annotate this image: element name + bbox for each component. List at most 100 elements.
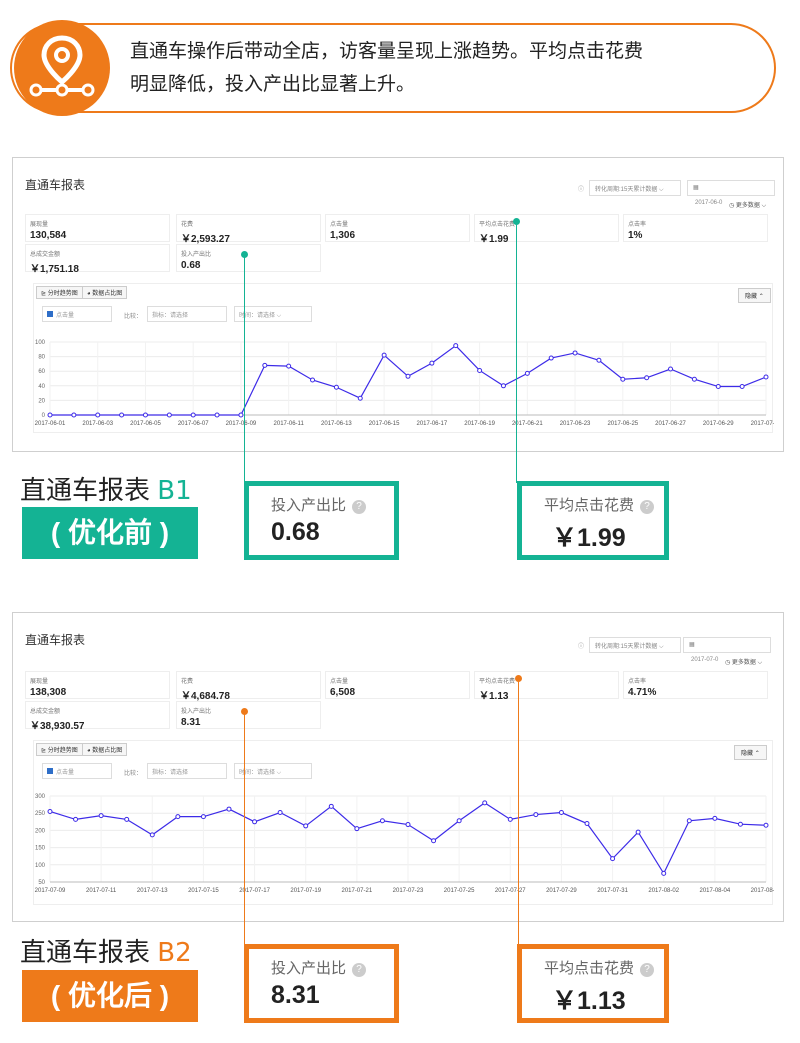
y-tick-label: 20 bbox=[38, 398, 45, 404]
panel-title: 直通车报表 bbox=[25, 178, 86, 192]
data-point bbox=[620, 376, 626, 382]
data-point bbox=[763, 822, 769, 828]
connector-line bbox=[518, 679, 519, 946]
data-point bbox=[431, 838, 437, 844]
cpc-callout-label: 平均点击花费? bbox=[544, 494, 655, 515]
conversion-select[interactable]: 转化周期:15天累计数据 ⌵ bbox=[589, 180, 681, 196]
cpc-callout-b1: 平均点击花费? ￥1.99 bbox=[517, 481, 669, 560]
x-tick-label: 2017-06-29 bbox=[703, 421, 734, 427]
roi-callout-label: 投入产出比? bbox=[271, 494, 367, 515]
help-icon: ? bbox=[640, 963, 655, 977]
conversion-select-label: 转化周期:15天累计数据 bbox=[595, 644, 658, 650]
metric-roi: 投入产出比 8.31 bbox=[176, 701, 321, 729]
data-point bbox=[333, 384, 339, 390]
roi-callout-label: 投入产出比? bbox=[271, 957, 367, 978]
metric-label: 总成交金额 bbox=[30, 252, 61, 258]
y-tick-label: 100 bbox=[35, 340, 46, 346]
y-tick-label: 200 bbox=[35, 828, 46, 834]
x-tick-label: 2017-07-23 bbox=[393, 888, 424, 894]
date-range-text: 2017-06-0 bbox=[695, 200, 723, 206]
data-point bbox=[739, 384, 745, 390]
conversion-select-label: 转化周期:15天累计数据 bbox=[595, 187, 658, 193]
data-point bbox=[558, 810, 564, 816]
cpc-callout-value: ￥1.99 bbox=[552, 524, 626, 552]
data-point bbox=[500, 383, 506, 389]
x-tick-label: 2017-08-06 bbox=[751, 888, 774, 894]
conversion-select[interactable]: 转化周期:15天累计数据 ⌵ bbox=[589, 637, 681, 653]
series-line bbox=[50, 344, 767, 416]
metric-label: 平均点击花费 bbox=[479, 679, 516, 685]
data-point bbox=[98, 813, 104, 819]
panel-title: 直通车报表 bbox=[25, 633, 86, 647]
data-point bbox=[661, 870, 667, 876]
x-tick-label: 2017-06-23 bbox=[560, 421, 591, 427]
y-tick-label: 0 bbox=[42, 413, 46, 419]
metric-label: 点击率 bbox=[628, 679, 647, 685]
data-point bbox=[379, 818, 385, 824]
x-tick-label: 2017-06-17 bbox=[417, 421, 448, 427]
y-tick-label: 300 bbox=[35, 794, 46, 800]
metric-avg-cpc: 平均点击花费 ￥1.99 bbox=[474, 214, 619, 245]
connector-dot bbox=[515, 675, 522, 682]
report-panel-b2: 直通车报表 ⓘ 转化周期:15天累计数据 ⌵ ▦ 2017-07-0 ◷ 更多数… bbox=[12, 612, 784, 922]
data-point bbox=[712, 815, 718, 821]
data-point bbox=[429, 360, 435, 366]
y-tick-label: 40 bbox=[38, 384, 45, 390]
data-point bbox=[357, 395, 363, 401]
data-point bbox=[644, 375, 650, 381]
metric-value: 8.31 bbox=[181, 717, 201, 728]
metric-spend: 花费 ￥4,684.78 bbox=[176, 671, 321, 702]
x-tick-label: 2017-07-01 bbox=[751, 421, 774, 427]
metric-value: 130,584 bbox=[30, 230, 67, 241]
more-data-link[interactable]: ◷ 更多数据 ⌵ bbox=[725, 657, 762, 667]
stage-tag-before: ( 优化前 ) bbox=[22, 507, 198, 559]
connector-dot bbox=[241, 708, 248, 715]
data-point bbox=[238, 412, 244, 418]
x-tick-label: 2017-08-02 bbox=[648, 888, 679, 894]
metric-label: 投入产出比 bbox=[181, 709, 212, 715]
metric-impressions: 展现量 138,308 bbox=[25, 671, 170, 699]
data-point bbox=[200, 814, 206, 820]
metric-avg-cpc: 平均点击花费 ￥1.13 bbox=[474, 671, 619, 702]
banner-line-1: 直通车操作后带动全店，访客量呈现上涨趋势。平均点击花费 bbox=[130, 41, 644, 62]
connector-line bbox=[244, 712, 245, 946]
date-picker[interactable]: ▦ bbox=[687, 180, 775, 196]
metric-ctr: 点击率 1% bbox=[623, 214, 768, 242]
data-point bbox=[635, 829, 641, 835]
heading-text: 直通车报表 bbox=[20, 475, 151, 505]
roi-callout-value: 8.31 bbox=[271, 981, 320, 1009]
x-tick-label: 2017-06-13 bbox=[321, 421, 352, 427]
data-point bbox=[405, 373, 411, 379]
data-point bbox=[381, 352, 387, 358]
roi-label-text: 投入产出比 bbox=[271, 960, 347, 977]
data-point bbox=[124, 816, 130, 822]
roi-callout-b2: 投入产出比? 8.31 bbox=[244, 944, 399, 1023]
roi-label-text: 投入产出比 bbox=[271, 497, 347, 514]
x-tick-label: 2017-07-15 bbox=[188, 888, 219, 894]
more-data-label: 更多数据 bbox=[731, 660, 756, 666]
metric-clicks: 点击量 1,306 bbox=[325, 214, 470, 242]
banner-icon-badge bbox=[14, 20, 110, 116]
help-icon: ? bbox=[352, 500, 367, 514]
x-tick-label: 2017-07-09 bbox=[35, 888, 66, 894]
data-point bbox=[453, 343, 459, 349]
date-picker[interactable]: ▦ bbox=[683, 637, 771, 653]
y-tick-label: 100 bbox=[35, 863, 46, 869]
x-tick-label: 2017-07-13 bbox=[137, 888, 168, 894]
line-chart: 0 20 40 60 80 100 2017-06-01 2017-06-03 2017-06-… bbox=[35, 340, 774, 427]
metric-value: ￥1.13 bbox=[479, 691, 509, 702]
report-b1-heading: 直通车报表 B1 bbox=[20, 470, 192, 507]
metric-impressions: 展现量 130,584 bbox=[25, 214, 170, 242]
data-point bbox=[119, 412, 125, 418]
roi-callout-b1: 投入产出比? 0.68 bbox=[244, 481, 399, 560]
data-point bbox=[548, 355, 554, 361]
data-point bbox=[252, 819, 258, 825]
metric-value: ￥1,751.18 bbox=[30, 264, 79, 275]
more-data-link[interactable]: ◷ 更多数据 ⌵ bbox=[729, 200, 766, 210]
roi-callout-value: 0.68 bbox=[271, 518, 320, 546]
x-tick-label: 2017-06-03 bbox=[82, 421, 113, 427]
cpc-label-text: 平均点击花费 bbox=[544, 497, 635, 514]
x-tick-label: 2017-06-15 bbox=[369, 421, 400, 427]
x-tick-label: 2017-06-27 bbox=[655, 421, 686, 427]
calendar-icon: ▦ bbox=[693, 185, 699, 191]
